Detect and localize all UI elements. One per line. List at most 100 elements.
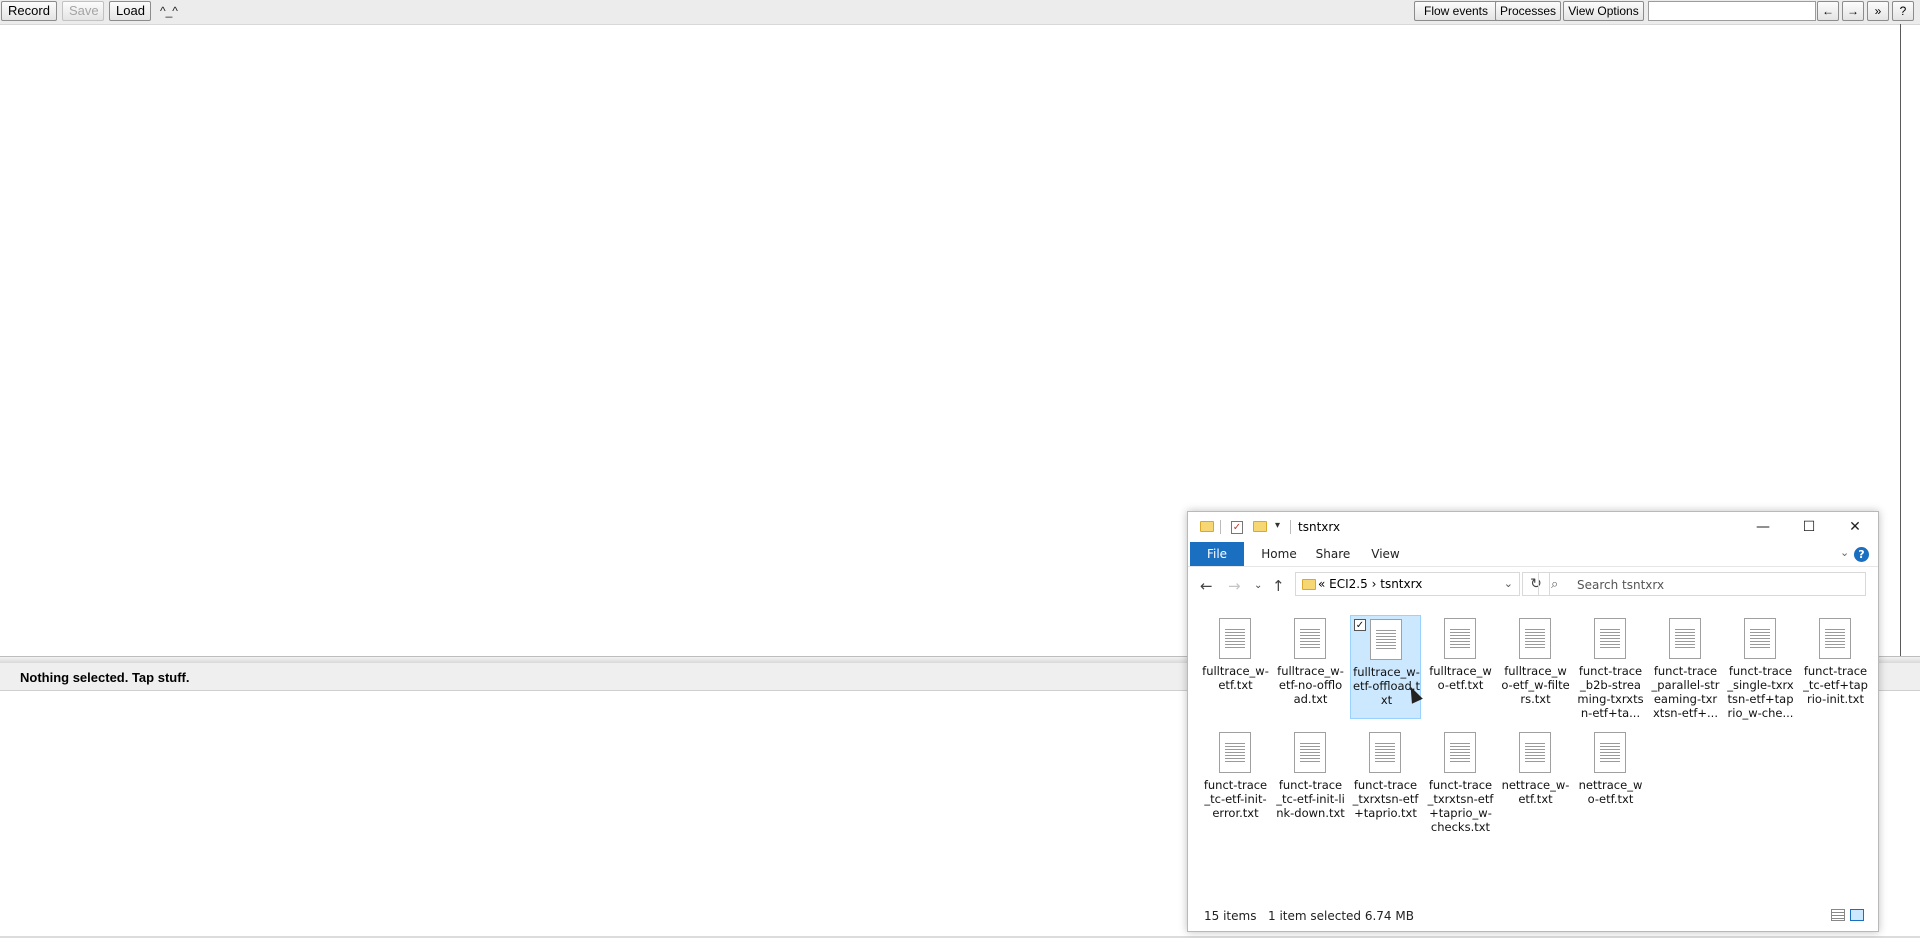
file-item[interactable]: funct-trace_tc-etf+taprio-init.txt (1800, 615, 1871, 719)
tab-share[interactable]: Share (1308, 542, 1358, 566)
search-input[interactable]: ⌕ Search tsntxrx (1538, 572, 1866, 596)
tab-view[interactable]: View (1363, 542, 1408, 566)
close-icon[interactable]: ✕ (1832, 512, 1878, 542)
maximize-icon[interactable]: ☐ (1786, 512, 1832, 542)
address-dropdown-icon[interactable]: ⌄ (1504, 577, 1513, 590)
file-name: nettrace_wo-etf.txt (1578, 778, 1643, 806)
separator (1220, 520, 1221, 534)
tab-home[interactable]: Home (1254, 542, 1304, 566)
file-item[interactable]: funct-trace_txrxtsn-etf+taprio.txt (1350, 729, 1421, 833)
processes-button[interactable]: Processes (1495, 1, 1561, 21)
file-item[interactable]: ✓ fulltrace_w-etf-offload.txt (1350, 615, 1421, 719)
breadcrumb-separator[interactable]: › (1372, 577, 1377, 591)
file-item[interactable]: fulltrace_wo-etf_w-filters.txt (1500, 615, 1571, 719)
file-item[interactable]: funct-trace_tc-etf-init-link-down.txt (1275, 729, 1346, 833)
text-file-icon (1594, 618, 1626, 659)
address-bar[interactable]: « ECI2.5 › tsntxrx ⌄ (1295, 572, 1520, 596)
more-button[interactable]: » (1867, 1, 1889, 21)
file-name: fulltrace_w-etf-no-offload.txt (1277, 664, 1344, 706)
vertical-scrollbar[interactable] (1900, 24, 1901, 656)
breadcrumb-parent[interactable]: ECI2.5 (1329, 577, 1368, 591)
file-item[interactable]: funct-trace_txrxtsn-etf+taprio_w-checks.… (1425, 729, 1496, 834)
file-name: fulltrace_wo-etf_w-filters.txt (1501, 664, 1570, 706)
file-item[interactable]: fulltrace_wo-etf.txt (1425, 615, 1496, 719)
file-item[interactable]: nettrace_w-etf.txt (1500, 729, 1571, 833)
file-name: funct-trace_single-txrxtsn-etf+taprio_w-… (1727, 664, 1794, 720)
text-file-icon (1444, 732, 1476, 773)
file-item[interactable]: funct-trace_parallel-streaming-txrxtsn-e… (1650, 615, 1721, 720)
file-item[interactable]: funct-trace_b2b-streaming-txrxtsn-etf+ta… (1575, 615, 1646, 720)
file-name: funct-trace_tc-etf-init-link-down.txt (1276, 778, 1345, 820)
window-title: tsntxrx (1298, 520, 1341, 534)
selection-checkbox[interactable]: ✓ (1354, 619, 1366, 631)
breadcrumb-current[interactable]: tsntxrx (1380, 577, 1422, 591)
text-file-icon (1219, 732, 1251, 773)
help-icon[interactable]: ? (1854, 547, 1869, 562)
file-name: funct-trace_tc-etf-init-error.txt (1203, 778, 1268, 820)
text-file-icon (1819, 618, 1851, 659)
file-item[interactable]: fulltrace_w-etf-no-offload.txt (1275, 615, 1346, 719)
load-button[interactable]: Load (109, 1, 151, 21)
next-result-button[interactable]: → (1842, 1, 1864, 21)
new-folder-icon[interactable] (1253, 521, 1267, 532)
customize-quick-access-icon[interactable]: ▾ (1275, 520, 1280, 531)
text-file-icon (1519, 732, 1551, 773)
file-item[interactable]: funct-trace_single-txrxtsn-etf+taprio_w-… (1725, 615, 1796, 720)
file-name: funct-trace_tc-etf+taprio-init.txt (1803, 664, 1868, 706)
file-name: funct-trace_txrxtsn-etf+taprio.txt (1352, 778, 1419, 820)
file-grid: fulltrace_w-etf.txt fulltrace_w-etf-no-of… (1200, 615, 1876, 855)
prev-result-button[interactable]: ← (1817, 1, 1839, 21)
search-icon: ⌕ (1551, 577, 1559, 592)
file-name: funct-trace_b2b-streaming-txrxtsn-etf+ta… (1577, 664, 1644, 720)
text-file-icon (1594, 732, 1626, 773)
window-titlebar[interactable]: ✓ ▾ tsntxrx — ☐ ✕ (1188, 512, 1878, 542)
view-options-button[interactable]: View Options (1563, 1, 1644, 21)
separator (1290, 520, 1291, 534)
file-name: funct-trace_txrxtsn-etf+taprio_w-checks.… (1427, 778, 1494, 834)
large-icons-view-icon[interactable] (1850, 909, 1864, 921)
help-button[interactable]: ? (1892, 1, 1914, 21)
address-overflow[interactable]: « (1318, 577, 1325, 591)
file-item[interactable]: fulltrace_w-etf.txt (1200, 615, 1271, 719)
record-button[interactable]: Record (1, 1, 57, 21)
search-placeholder: Search tsntxrx (1577, 578, 1665, 592)
text-file-icon (1369, 732, 1401, 773)
search-input[interactable] (1648, 1, 1816, 21)
file-item[interactable]: funct-trace_tc-etf-init-error.txt (1200, 729, 1271, 833)
ribbon-tabs: File Home Share View ⌄ ? (1188, 542, 1878, 567)
file-name: fulltrace_wo-etf.txt (1429, 664, 1492, 692)
details-view-icon[interactable] (1831, 909, 1845, 921)
toolbar: Record Save Load ^_^ Flow events Process… (0, 0, 1920, 25)
text-file-icon (1744, 618, 1776, 659)
save-button[interactable]: Save (62, 1, 104, 21)
recent-locations-icon[interactable]: ⌄ (1254, 580, 1262, 591)
selection-info: 1 item selected 6.74 MB (1268, 909, 1414, 923)
up-arrow-icon[interactable]: ↑ (1272, 577, 1285, 595)
expand-ribbon-icon[interactable]: ⌄ (1840, 546, 1849, 559)
properties-icon[interactable]: ✓ (1231, 521, 1243, 534)
item-count: 15 items (1204, 909, 1257, 923)
file-item[interactable]: nettrace_wo-etf.txt (1575, 729, 1646, 833)
selection-status-text: Nothing selected. Tap stuff. (20, 670, 190, 685)
text-file-icon (1519, 618, 1551, 659)
file-explorer-window: ✓ ▾ tsntxrx — ☐ ✕ File Home Share View ⌄… (1187, 511, 1879, 932)
forward-arrow-icon[interactable]: → (1228, 577, 1241, 595)
file-name: funct-trace_parallel-streaming-txrxtsn-e… (1651, 664, 1720, 720)
caret-label: ^_^ (160, 4, 178, 18)
navigation-bar: ← → ⌄ ↑ « ECI2.5 › tsntxrx ⌄ ↻ ⌕ Search … (1188, 567, 1878, 603)
back-arrow-icon[interactable]: ← (1200, 577, 1213, 595)
file-name: fulltrace_w-etf.txt (1202, 664, 1269, 692)
file-name: nettrace_w-etf.txt (1501, 778, 1570, 806)
tab-file[interactable]: File (1190, 542, 1244, 566)
minimize-icon[interactable]: — (1740, 512, 1786, 542)
explorer-status-bar: 15 items 1 item selected 6.74 MB (1188, 904, 1878, 928)
text-file-icon (1219, 618, 1251, 659)
flow-events-button[interactable]: Flow events (1414, 1, 1498, 21)
text-file-icon (1444, 618, 1476, 659)
text-file-icon (1370, 619, 1402, 660)
text-file-icon (1669, 618, 1701, 659)
folder-icon (1302, 579, 1316, 590)
text-file-icon (1294, 732, 1326, 773)
folder-icon (1200, 521, 1214, 532)
text-file-icon (1294, 618, 1326, 659)
